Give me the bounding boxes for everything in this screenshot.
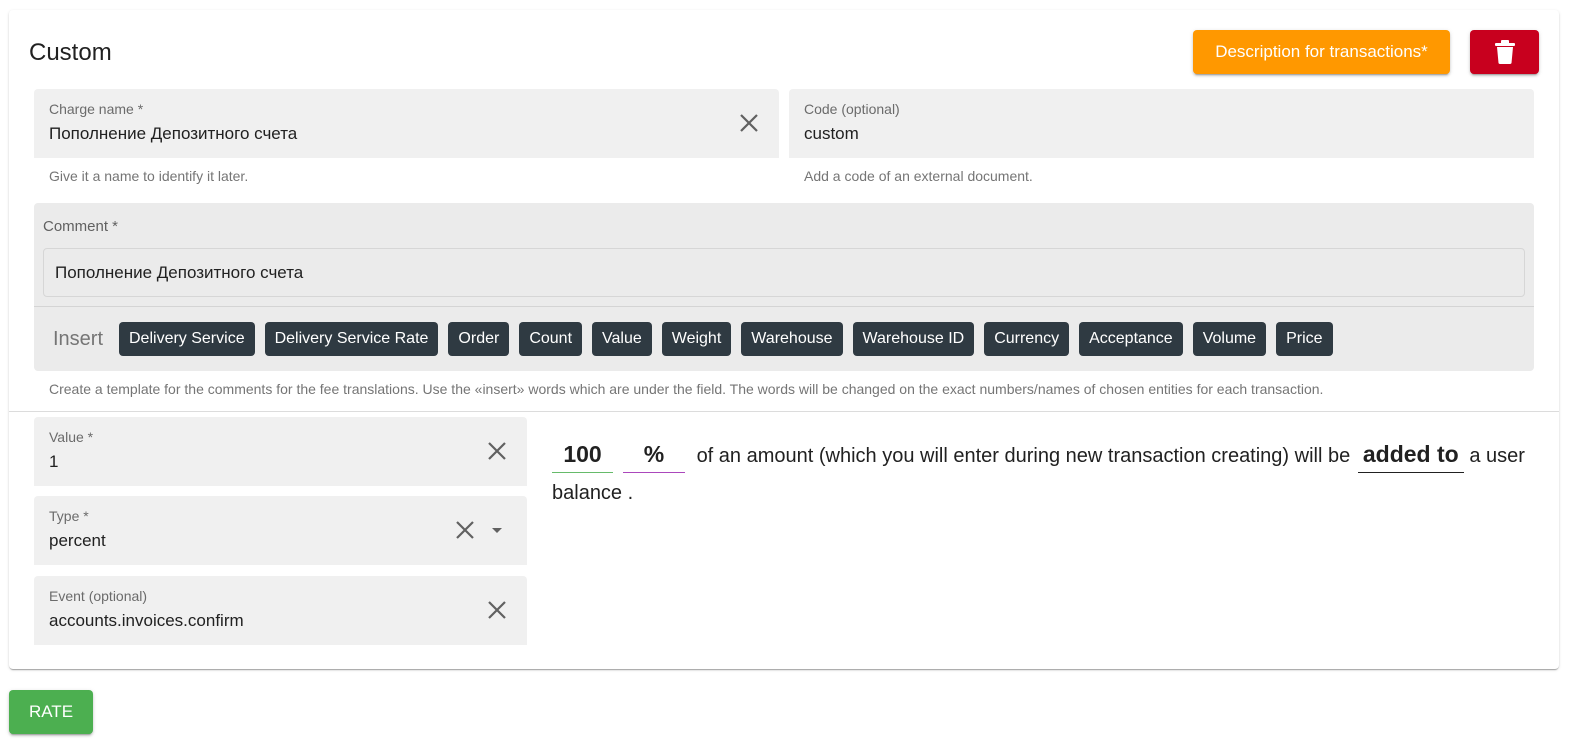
chip-warehouse-id[interactable]: Warehouse ID <box>852 322 975 356</box>
value-field[interactable]: Value * 1 <box>34 417 527 486</box>
chip-delivery-service[interactable]: Delivery Service <box>119 322 255 356</box>
rate-button[interactable]: RATE <box>9 690 93 734</box>
chip-currency[interactable]: Currency <box>984 322 1070 356</box>
insert-chips: Delivery Service Delivery Service Rate O… <box>119 322 1333 356</box>
charge-name-label: Charge name * <box>49 101 144 117</box>
code-field[interactable]: Code (optional) custom <box>789 89 1534 158</box>
type-field[interactable]: Type * percent <box>34 496 527 565</box>
event-field[interactable]: Event (optional) accounts.invoices.confi… <box>34 576 527 645</box>
comment-input[interactable]: Пополнение Депозитного счета <box>43 248 1525 297</box>
clear-icon[interactable] <box>453 518 477 542</box>
clear-icon[interactable] <box>485 439 509 463</box>
type-value: percent <box>49 531 106 550</box>
chip-acceptance[interactable]: Acceptance <box>1079 322 1183 356</box>
delete-button[interactable] <box>1470 30 1539 74</box>
dropdown-arrow-icon[interactable] <box>485 518 509 542</box>
unit-value[interactable]: % <box>623 440 685 473</box>
charge-name-field[interactable]: Charge name * Пополнение Депозитного сче… <box>34 89 779 158</box>
comment-divider <box>34 306 1534 307</box>
comment-value: Пополнение Депозитного счета <box>55 263 304 282</box>
amount-value[interactable]: 100 <box>552 440 613 473</box>
comment-field: Comment * Пополнение Депозитного счета I… <box>34 203 1534 371</box>
trash-icon <box>1494 40 1515 64</box>
comment-hint: Create a template for the comments for t… <box>49 381 1324 397</box>
chip-volume[interactable]: Volume <box>1192 322 1267 356</box>
code-hint: Add a code of an external document. <box>804 168 1033 184</box>
charge-card: Custom Description for transactions* Cha… <box>9 10 1559 669</box>
event-value: accounts.invoices.confirm <box>49 611 244 630</box>
charge-name-value: Пополнение Депозитного счета <box>49 124 298 143</box>
clear-icon[interactable] <box>737 111 761 135</box>
chip-order[interactable]: Order <box>448 322 510 356</box>
action-value[interactable]: added to <box>1357 440 1464 473</box>
insert-label: Insert <box>53 328 104 350</box>
section-divider <box>9 411 1559 412</box>
chip-count[interactable]: Count <box>519 322 583 356</box>
charge-name-hint: Give it a name to identify it later. <box>49 168 249 184</box>
event-label: Event (optional) <box>49 588 148 604</box>
value-label: Value * <box>49 429 94 445</box>
type-label: Type * <box>49 508 89 524</box>
comment-label: Comment * <box>43 218 119 235</box>
code-label: Code (optional) <box>804 101 900 117</box>
description-for-transactions-button[interactable]: Description for transactions* <box>1193 30 1450 74</box>
chip-weight[interactable]: Weight <box>661 322 732 356</box>
clear-icon[interactable] <box>485 598 509 622</box>
chip-value[interactable]: Value <box>592 322 652 356</box>
value-value: 1 <box>49 452 59 471</box>
chip-warehouse[interactable]: Warehouse <box>741 322 843 356</box>
chip-price[interactable]: Price <box>1276 322 1333 356</box>
code-value: custom <box>804 124 859 143</box>
card-title: Custom <box>29 39 112 66</box>
chip-delivery-service-rate[interactable]: Delivery Service Rate <box>264 322 439 356</box>
sentence-text-1: of an amount (which you will enter durin… <box>696 445 1351 467</box>
rate-description-sentence: 100% of an amount (which you will enter … <box>552 438 1542 512</box>
